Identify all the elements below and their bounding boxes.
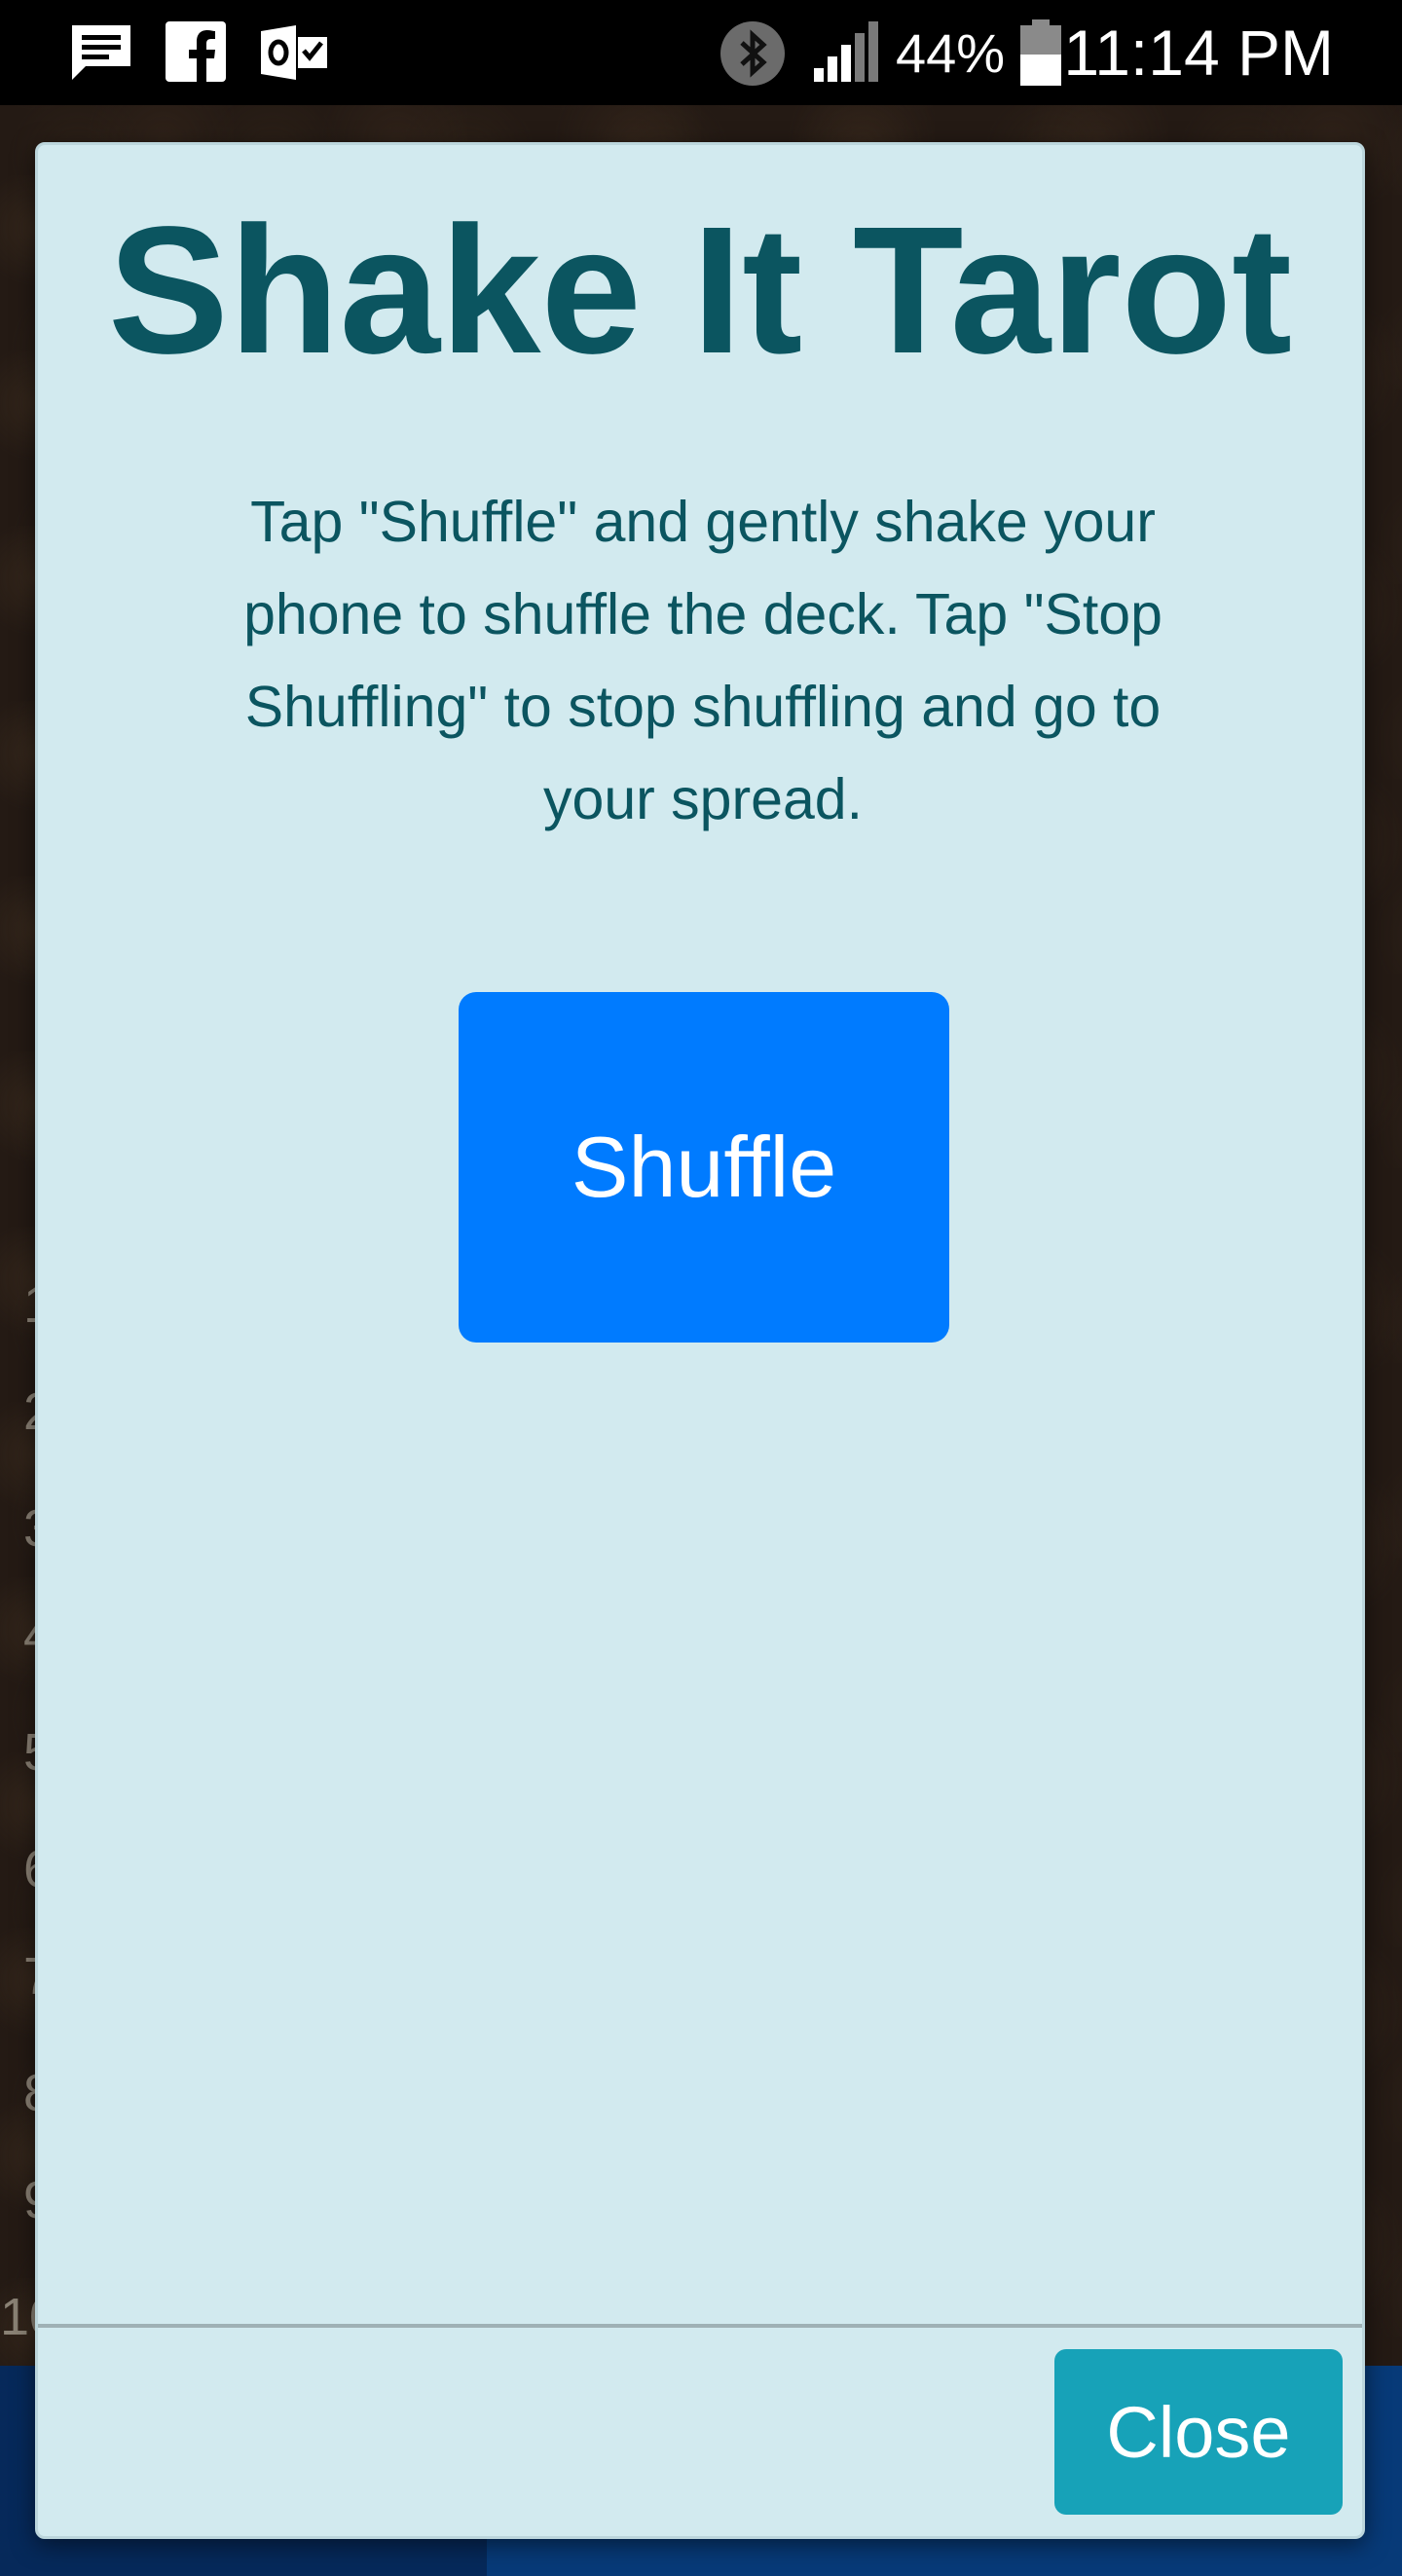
shuffle-modal: Shake It Tarot Tap "Shuffle" and gently …	[35, 142, 1365, 2539]
clock-time: 11:14 PM	[1063, 17, 1334, 89]
close-button[interactable]: Close	[1054, 2349, 1343, 2515]
shuffle-button[interactable]: Shuffle	[459, 992, 949, 1343]
facebook-icon	[166, 21, 226, 87]
status-bar: 44% 11:14 PM	[0, 0, 1402, 105]
signal-icon	[812, 19, 880, 89]
bluetooth-icon	[719, 19, 787, 92]
outlook-icon	[261, 23, 329, 87]
battery-percent: 44%	[896, 22, 1006, 84]
message-icon	[68, 21, 134, 89]
battery-icon	[1020, 19, 1061, 91]
modal-title: Shake It Tarot	[107, 190, 1293, 391]
modal-instructions: Tap "Shuffle" and gently shake your phon…	[243, 490, 1162, 831]
modal-footer-divider	[38, 2324, 1362, 2328]
app-screen: 1 2 3 4 5 6 7 8 9 10	[0, 0, 1402, 2576]
